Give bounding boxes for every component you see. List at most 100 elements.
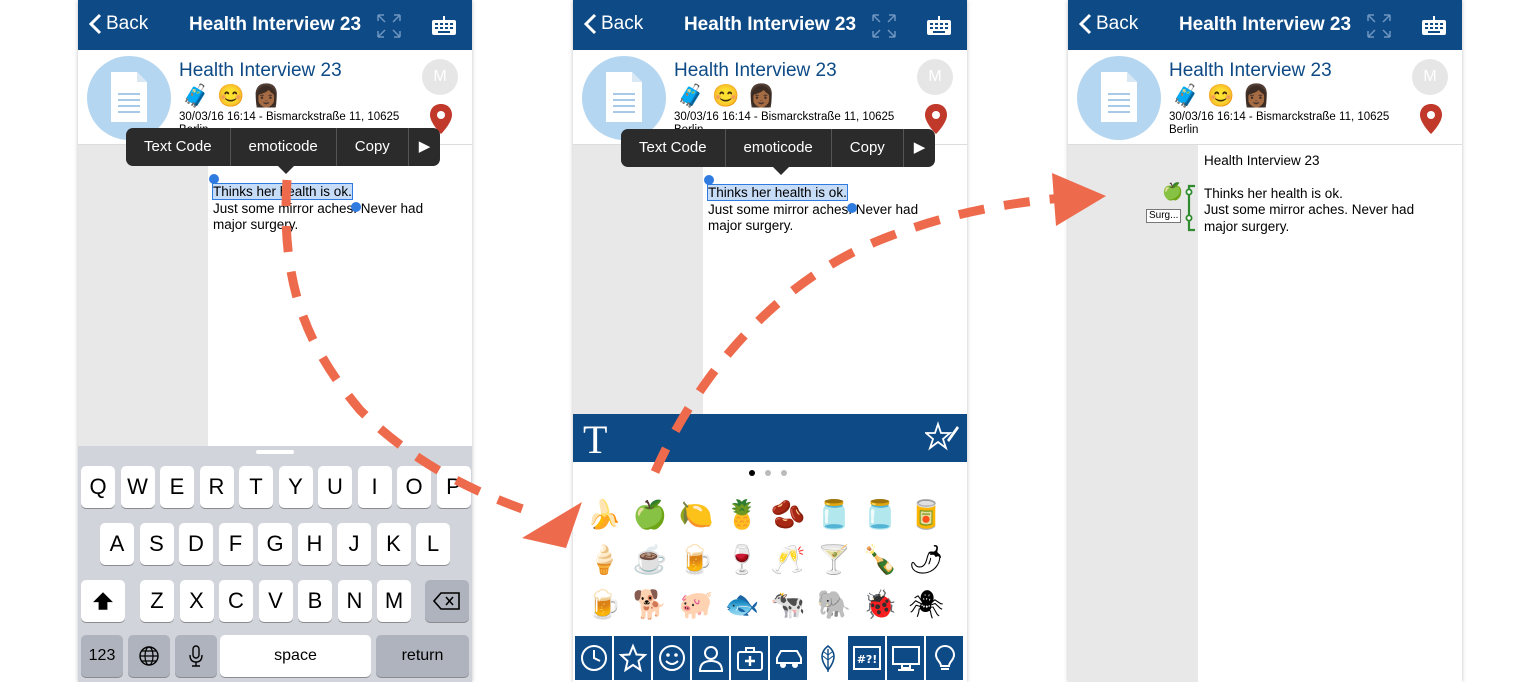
note-line-1[interactable]: Thinks her health is ok.	[707, 184, 953, 202]
key-b[interactable]: B	[298, 580, 332, 622]
apple-code-icon[interactable]: 🍏	[1162, 182, 1183, 202]
key-l[interactable]: L	[416, 523, 450, 565]
key-e[interactable]: E	[160, 466, 194, 508]
selected-text[interactable]: Thinks her health is ok.	[707, 184, 848, 201]
key-r[interactable]: R	[199, 466, 234, 508]
emoji-cell[interactable]: 🍍	[719, 492, 765, 537]
category-people[interactable]	[692, 636, 729, 680]
category-symbols[interactable]: #?!	[848, 636, 885, 680]
emoji-cell[interactable]: 🐕	[627, 582, 673, 627]
copy-menu-item[interactable]: Copy	[832, 129, 904, 167]
category-smileys[interactable]	[653, 636, 690, 680]
emoji-cell[interactable]: ☕	[627, 537, 673, 582]
selected-text[interactable]: Thinks her health is ok.	[212, 183, 353, 200]
key-h[interactable]: H	[297, 523, 332, 565]
microphone-key[interactable]	[175, 635, 217, 677]
emoji-cell[interactable]: 🍋	[673, 492, 719, 537]
category-recent[interactable]	[575, 636, 612, 680]
emoticode-menu-item[interactable]: emoticode	[726, 129, 832, 167]
category-objects[interactable]	[887, 636, 924, 680]
emoji-cell[interactable]: 🍌	[581, 492, 627, 537]
key-x[interactable]: X	[179, 580, 214, 622]
emoji-cell[interactable]: 🍾	[857, 537, 903, 582]
numbers-key[interactable]: 123	[81, 635, 123, 677]
category-ideas[interactable]	[926, 636, 963, 680]
key-c[interactable]: C	[219, 580, 253, 622]
expand-icon[interactable]	[871, 13, 897, 39]
key-g[interactable]: G	[258, 523, 292, 565]
category-favorites[interactable]	[614, 636, 651, 680]
location-pin-icon[interactable]	[1419, 103, 1443, 135]
globe-key[interactable]	[128, 635, 170, 677]
keyboard-icon[interactable]	[1421, 16, 1447, 36]
expand-icon[interactable]	[1366, 13, 1392, 39]
note-text[interactable]: Health Interview 23 Thinks her health is…	[1204, 153, 1454, 235]
key-p[interactable]: P	[436, 466, 471, 508]
space-key[interactable]: space	[220, 635, 371, 677]
emoji-cell[interactable]: 🐘	[811, 582, 857, 627]
key-w[interactable]: W	[120, 466, 155, 508]
shift-key[interactable]	[81, 580, 125, 622]
key-i[interactable]: I	[357, 466, 392, 508]
more-menu-arrow[interactable]: ▶	[904, 129, 936, 167]
keyboard-icon[interactable]	[926, 16, 952, 36]
emoji-cell[interactable]: 🕷	[903, 582, 949, 627]
emoji-cell[interactable]: 🫙	[811, 492, 857, 537]
text-mode-button[interactable]: T	[583, 416, 607, 463]
text-code-menu-item[interactable]: Text Code	[621, 129, 726, 167]
key-z[interactable]: Z	[140, 580, 174, 622]
key-s[interactable]: S	[139, 523, 174, 565]
key-m[interactable]: M	[377, 580, 411, 622]
category-travel[interactable]	[770, 636, 807, 680]
key-n[interactable]: N	[337, 580, 372, 622]
emoji-cell[interactable]: 🐟	[719, 582, 765, 627]
expand-icon[interactable]	[376, 13, 402, 39]
page-indicator[interactable]	[749, 470, 787, 476]
key-u[interactable]: U	[318, 466, 352, 508]
emoji-cell[interactable]: 🥫	[903, 492, 949, 537]
key-j[interactable]: J	[337, 523, 371, 565]
text-code-menu-item[interactable]: Text Code	[126, 128, 231, 166]
emoji-cell[interactable]: 🌶	[903, 537, 949, 582]
avatar[interactable]: M	[1412, 59, 1448, 95]
avatar[interactable]: M	[917, 59, 953, 95]
emoji-cell[interactable]: 🐖	[673, 582, 719, 627]
emoticode-menu-item[interactable]: emoticode	[231, 128, 337, 166]
key-t[interactable]: T	[239, 466, 273, 508]
emoji-cell[interactable]: 🫙	[857, 492, 903, 537]
code-label-tag[interactable]: Surg...	[1146, 209, 1182, 223]
category-medical[interactable]	[731, 636, 768, 680]
copy-menu-item[interactable]: Copy	[337, 128, 409, 166]
emoji-cell[interactable]: 🫘	[765, 492, 811, 537]
selection-handle-start[interactable]	[704, 175, 714, 185]
keyboard-icon[interactable]	[431, 16, 457, 36]
emoji-cell[interactable]: 🥂	[765, 537, 811, 582]
selection-handle-end[interactable]	[351, 202, 361, 212]
key-y[interactable]: Y	[278, 466, 313, 508]
avatar[interactable]: M	[422, 59, 458, 95]
more-menu-arrow[interactable]: ▶	[409, 128, 441, 166]
key-d[interactable]: D	[179, 523, 213, 565]
emoji-cell[interactable]: 🍦	[581, 537, 627, 582]
keyboard-grabber[interactable]	[256, 450, 294, 454]
selection-handle-end[interactable]	[847, 203, 857, 213]
key-f[interactable]: F	[218, 523, 253, 565]
return-key[interactable]: return	[376, 635, 469, 677]
star-pen-icon[interactable]	[925, 420, 959, 454]
selection-handle-start[interactable]	[209, 174, 219, 184]
emoji-cell[interactable]: 🍏	[627, 492, 673, 537]
key-v[interactable]: V	[258, 580, 293, 622]
key-a[interactable]: A	[100, 523, 134, 565]
emoji-cell[interactable]: 🍸	[811, 537, 857, 582]
note-text[interactable]: Thinks her health is ok. Just some mirro…	[212, 183, 458, 234]
emoji-cell[interactable]: 🐞	[857, 582, 903, 627]
emoji-cell[interactable]: 🍺	[581, 582, 627, 627]
key-o[interactable]: O	[397, 466, 431, 508]
emoji-cell[interactable]: 🍺	[673, 537, 719, 582]
emoji-cell[interactable]: 🍷	[719, 537, 765, 582]
key-q[interactable]: Q	[81, 466, 115, 508]
code-bracket-icon[interactable]	[1185, 184, 1197, 232]
note-line-1[interactable]: Thinks her health is ok.	[212, 183, 458, 201]
key-k[interactable]: K	[376, 523, 411, 565]
category-nature[interactable]	[809, 636, 846, 680]
